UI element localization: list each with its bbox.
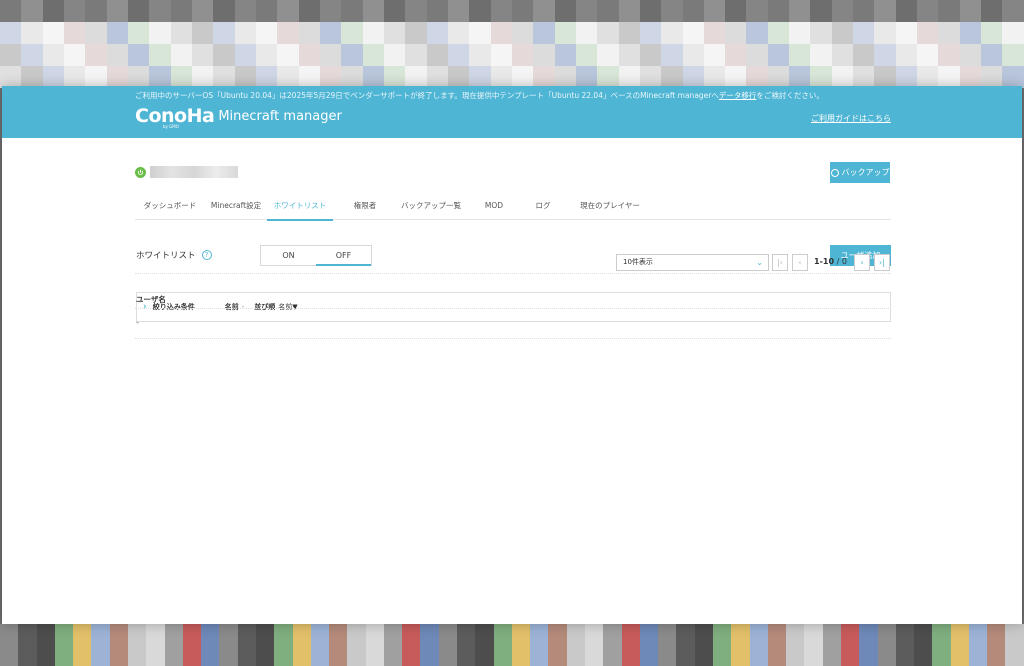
data-migration-link[interactable]: データ移行 bbox=[719, 91, 757, 100]
help-icon[interactable]: ? bbox=[201, 250, 212, 260]
logo-text: ConoHa bbox=[135, 105, 215, 127]
server-name-redacted bbox=[150, 166, 238, 178]
nav-tabs: ダッシュボード Minecraft設定 ホワイトリスト 権限者 バックアップ一覧… bbox=[135, 196, 891, 221]
whitelist-label: ホワイトリスト bbox=[136, 251, 196, 261]
filter-name-key: 名前 bbox=[224, 303, 239, 311]
divider bbox=[135, 308, 891, 309]
notice-text: ご利用中のサーバーOS「Ubuntu 20.04」は2025年5月29日でベンダ… bbox=[135, 91, 719, 100]
app-name: Minecraft manager bbox=[218, 109, 342, 124]
logo-sub: by GMO bbox=[163, 124, 179, 129]
whitelist-off-option[interactable]: OFF bbox=[316, 246, 371, 266]
os-notice: ご利用中のサーバーOS「Ubuntu 20.04」は2025年5月29日でベンダ… bbox=[135, 90, 824, 101]
backup-icon bbox=[830, 168, 839, 177]
tab-backup-list[interactable]: バックアップ一覧 bbox=[397, 196, 465, 220]
filter-name-value: - bbox=[241, 303, 245, 311]
filter-sort-key: 並び順 bbox=[254, 303, 276, 311]
power-icon bbox=[135, 166, 146, 178]
next-page-button[interactable]: › bbox=[854, 254, 870, 271]
tab-log[interactable]: ログ bbox=[523, 196, 563, 220]
whitelist-on-option[interactable]: ON bbox=[261, 246, 316, 265]
last-page-button[interactable]: ›| bbox=[874, 254, 890, 271]
backup-button[interactable]: バックアップ bbox=[830, 162, 890, 183]
whitelist-label-row: ホワイトリスト ? bbox=[136, 249, 212, 261]
backup-label: バックアップ bbox=[841, 168, 890, 177]
divider bbox=[135, 273, 891, 274]
filter-sort-value: 名前▼ bbox=[278, 303, 298, 311]
page-total: / 0 bbox=[836, 257, 847, 266]
page-range: 1-10 bbox=[814, 257, 835, 266]
column-header-username: ユーザ名 bbox=[136, 295, 166, 304]
chevron-down-icon: ⌄ bbox=[756, 258, 763, 267]
server-status-row bbox=[135, 166, 238, 178]
blurred-dock bbox=[0, 624, 1024, 666]
per-page-value: 10件表示 bbox=[623, 258, 653, 266]
tab-current-players[interactable]: 現在のプレイヤー bbox=[563, 196, 657, 220]
tab-whitelist[interactable]: ホワイトリスト bbox=[267, 196, 333, 221]
first-page-button[interactable]: |‹ bbox=[772, 254, 788, 271]
tab-mod[interactable]: MOD bbox=[465, 196, 523, 220]
conoha-logo[interactable]: ConoHa by GMO Minecraft manager bbox=[135, 105, 342, 129]
whitelist-toggle: ON OFF bbox=[260, 245, 372, 266]
tab-operators[interactable]: 権限者 bbox=[333, 196, 397, 220]
table-cell: - bbox=[136, 318, 139, 327]
blurred-browser-chrome bbox=[0, 0, 1024, 88]
app-window: ご利用中のサーバーOS「Ubuntu 20.04」は2025年5月29日でベンダ… bbox=[2, 86, 1022, 624]
filter-panel[interactable]: › 絞り込み条件 名前 - 並び順 名前▼ bbox=[136, 292, 891, 322]
page-info: 1-10 / 0 bbox=[814, 257, 847, 266]
divider bbox=[135, 338, 891, 339]
header-bar: ご利用中のサーバーOS「Ubuntu 20.04」は2025年5月29日でベンダ… bbox=[2, 86, 1022, 138]
user-guide-link[interactable]: ご利用ガイドはこちら bbox=[811, 113, 891, 124]
tab-dashboard[interactable]: ダッシュボード bbox=[135, 196, 205, 220]
per-page-select[interactable]: 10件表示 ⌄ bbox=[616, 254, 769, 271]
tab-minecraft-settings[interactable]: Minecraft設定 bbox=[205, 196, 267, 220]
prev-page-button[interactable]: ‹ bbox=[792, 254, 808, 271]
notice-suffix: をご検討ください。 bbox=[756, 91, 824, 100]
